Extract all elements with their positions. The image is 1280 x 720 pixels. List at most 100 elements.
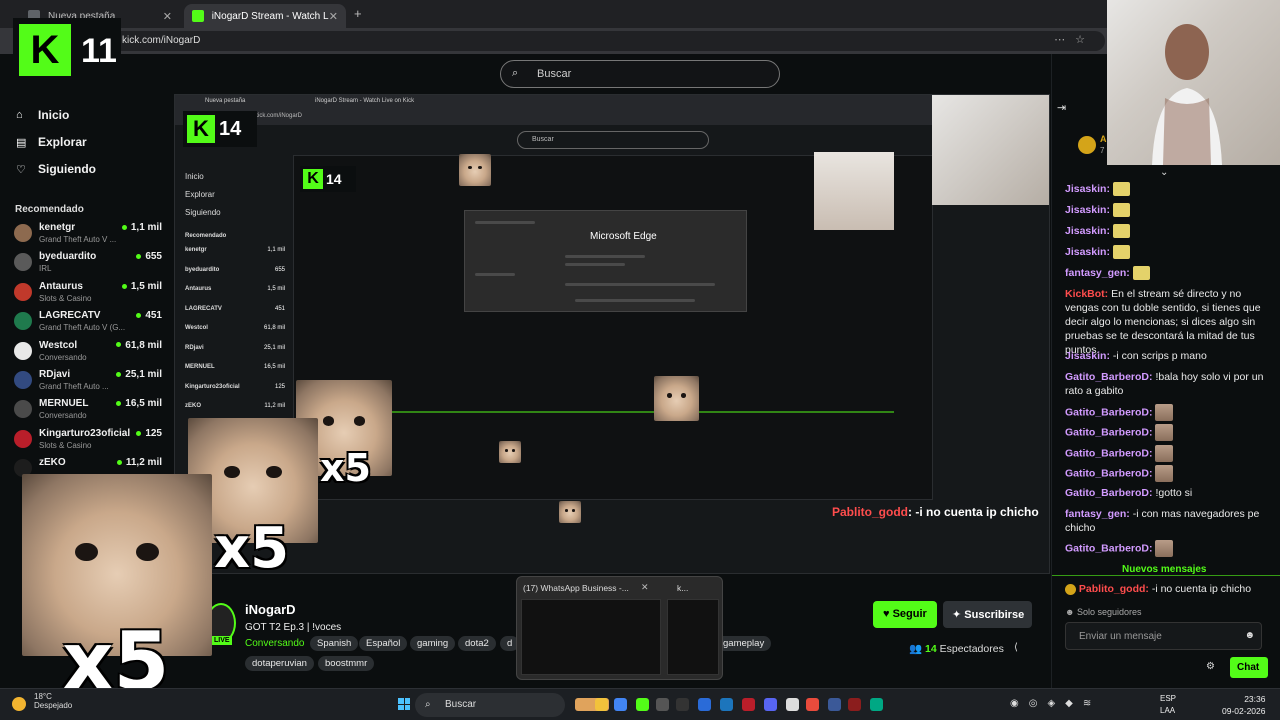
recommended-item[interactable]: MERNUEL Conversando 16,5 mil xyxy=(14,398,164,424)
chat-username[interactable]: Jisaskin: xyxy=(1065,204,1110,216)
taskbar-search[interactable]: ⌕ Buscar xyxy=(415,693,565,717)
collapse-chat-icon[interactable]: ⇥ xyxy=(1057,101,1066,114)
chat-username[interactable]: Gatito_BarberoD: xyxy=(1065,447,1153,459)
url-input[interactable]: kick.com/iNogarD xyxy=(110,31,1105,51)
recommended-item[interactable]: byeduardito IRL 655 xyxy=(14,251,164,277)
chat-message: Jisaskin: xyxy=(1065,245,1275,260)
chat-username[interactable]: Gatito_BarberoD: xyxy=(1065,487,1153,499)
recommended-item[interactable]: Antaurus Slots & Casino 1,5 mil xyxy=(14,281,164,307)
new-messages-divider xyxy=(1052,575,1280,576)
windows-start-icon[interactable] xyxy=(398,698,410,710)
taskbar-app-icon[interactable] xyxy=(676,698,689,711)
close-icon[interactable]: ✕ xyxy=(163,10,172,23)
chat-username[interactable]: Gatito_BarberoD: xyxy=(1065,542,1153,554)
nested-rec-item: RDjavi 25,1 mil xyxy=(185,345,285,365)
chat-input[interactable]: Enviar un mensaje ☻ xyxy=(1065,622,1262,650)
send-chat-button[interactable]: Chat xyxy=(1230,657,1268,678)
viewer-count: 451 xyxy=(136,310,162,321)
chat-username[interactable]: Gatito_BarberoD: xyxy=(1065,371,1153,383)
new-tab-icon[interactable]: + xyxy=(354,6,362,21)
nav-following[interactable]: ♡ Siguiendo xyxy=(16,162,96,176)
tray-icon[interactable]: ◈ xyxy=(1047,698,1065,709)
edge-icon[interactable] xyxy=(870,698,883,711)
recommended-item[interactable]: Westcol Conversando 61,8 mil xyxy=(14,340,164,366)
taskbar-preview-popup[interactable]: (17) WhatsApp Business -... k... ✕ xyxy=(516,576,723,680)
taskbar-app-icon[interactable] xyxy=(806,698,819,711)
tab-kick-stream[interactable]: iNogarD Stream - Watch Live on Kick ✕ xyxy=(184,4,346,28)
chat-username[interactable]: Jisaskin: xyxy=(1065,246,1110,258)
lock-icon: ☻ xyxy=(1065,607,1077,617)
tag[interactable]: gameplay xyxy=(716,636,772,651)
star-icon[interactable]: ☆ xyxy=(1075,34,1095,46)
tag[interactable]: Español xyxy=(359,636,408,651)
recommended-item[interactable]: Kingarturo23oficial Slots & Casino 125 xyxy=(14,428,164,454)
taskbar-app-icon[interactable] xyxy=(698,698,711,711)
taskbar-app-icon[interactable] xyxy=(848,698,861,711)
stream-category[interactable]: Conversando xyxy=(245,638,304,649)
recommended-item[interactable]: LAGRECATV Grand Theft Auto V (G... 451 xyxy=(14,310,164,336)
viewer-number: 125 xyxy=(145,427,162,439)
tag[interactable]: dotaperuvian xyxy=(245,656,314,671)
search-input[interactable]: ⌕ Buscar xyxy=(500,60,780,88)
taskbar-app-icon[interactable] xyxy=(828,698,841,711)
chat-username[interactable]: fantasy_gen: xyxy=(1065,267,1130,279)
wifi-icon[interactable]: ≋ xyxy=(1083,698,1101,709)
tag[interactable]: gaming xyxy=(410,636,456,651)
chat-username[interactable]: Jisaskin: xyxy=(1065,350,1110,362)
nav-explore[interactable]: ▤ Explorar xyxy=(16,135,87,149)
chevron-down-icon[interactable]: ⌄ xyxy=(1160,167,1168,178)
weather-widget[interactable]: 18°C Despejado xyxy=(34,692,72,710)
tag[interactable]: dota2 xyxy=(458,636,496,651)
streamer-name[interactable]: iNogarD xyxy=(245,602,296,617)
taskbar-app-icon[interactable] xyxy=(656,698,669,711)
chrome-icon[interactable] xyxy=(614,698,627,711)
discord-icon[interactable] xyxy=(764,698,777,711)
channel-name: zEKO xyxy=(39,457,66,469)
folder-icon[interactable] xyxy=(595,698,608,711)
tag[interactable]: boostmmr xyxy=(318,656,375,671)
taskbar-app-icon[interactable] xyxy=(720,698,733,711)
tray-icon[interactable]: ◎ xyxy=(1029,698,1048,709)
close-icon[interactable]: ✕ xyxy=(641,582,649,593)
home-icon: ⌂ xyxy=(16,109,23,121)
nested-rec-viewers: 1,5 mil xyxy=(267,286,285,292)
recommended-item[interactable]: kenetgr Grand Theft Auto V ... 1,1 mil xyxy=(14,222,164,248)
taskbar-app-icon[interactable] xyxy=(742,698,755,711)
chat-username[interactable]: Gatito_BarberoD: xyxy=(1065,426,1153,438)
dots-icon[interactable]: ⋯ xyxy=(1054,34,1075,46)
chat-username[interactable]: Gatito_BarberoD: xyxy=(1065,467,1153,479)
share-icon[interactable]: ⟨ xyxy=(1014,642,1018,653)
emoji-icon[interactable]: ☻ xyxy=(1244,630,1255,641)
window-thumbnail[interactable] xyxy=(521,599,661,675)
tray-icon[interactable]: ◉ xyxy=(1010,698,1029,709)
kick-app-icon[interactable] xyxy=(636,698,649,711)
chat-message: Gatito_BarberoD: !gotto si xyxy=(1065,486,1275,500)
system-clock[interactable]: 23:36 09-02-2026 xyxy=(1222,693,1265,717)
tray-icon[interactable]: ◆ xyxy=(1065,698,1083,709)
follow-label: Seguir xyxy=(892,608,927,620)
chat-username[interactable]: fantasy_gen: xyxy=(1065,508,1130,520)
cat-emote-icon xyxy=(1112,224,1130,239)
subscribe-button[interactable]: ✦ Suscribirse xyxy=(943,601,1032,628)
nested-rec-name: MERNUEL xyxy=(185,364,215,370)
nav-home[interactable]: ⌂ Inicio xyxy=(16,108,69,122)
chat-username[interactable]: Pablito_godd: xyxy=(1079,583,1149,595)
weather-icon[interactable] xyxy=(12,697,26,711)
chat-username[interactable]: Jisaskin: xyxy=(1065,183,1110,195)
recommended-item[interactable]: RDjavi Grand Theft Auto ... 25,1 mil xyxy=(14,369,164,395)
chat-username[interactable]: KickBot: xyxy=(1065,288,1108,300)
popup-title: k... xyxy=(677,583,689,593)
nested-url: kick.com/iNogarD xyxy=(255,113,303,119)
close-icon[interactable]: ✕ xyxy=(329,10,338,23)
gear-icon[interactable]: ⚙ xyxy=(1206,661,1215,672)
language-indicator[interactable]: ESP LAA xyxy=(1160,693,1176,717)
chat-username[interactable]: Gatito_BarberoD: xyxy=(1065,406,1153,418)
nested-rec-viewers: 11,2 mil xyxy=(264,403,285,409)
chat-username[interactable]: Jisaskin: xyxy=(1065,225,1110,237)
follow-button[interactable]: ♥ Seguir xyxy=(873,601,937,628)
tag[interactable]: Spanish xyxy=(310,636,359,651)
new-messages-label[interactable]: Nuevos mensajes xyxy=(1122,564,1207,575)
nested-rec-name: zEKO xyxy=(185,403,202,409)
window-thumbnail[interactable] xyxy=(667,599,719,675)
taskbar-app-icon[interactable] xyxy=(786,698,799,711)
